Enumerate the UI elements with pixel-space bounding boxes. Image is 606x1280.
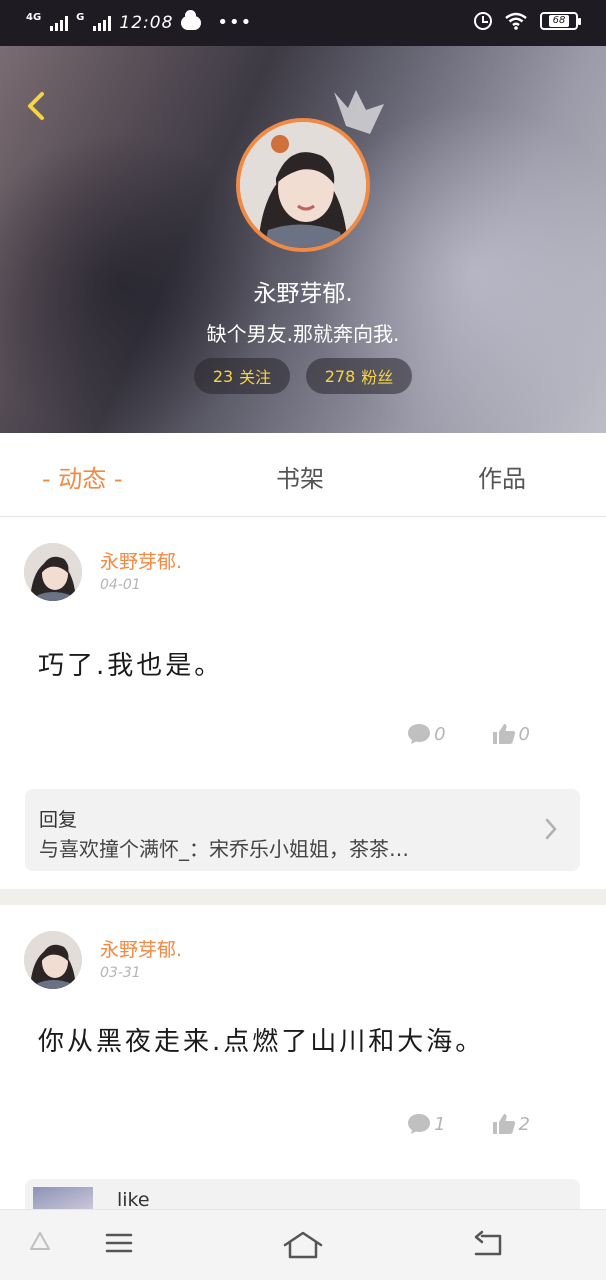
system-nav-bar bbox=[0, 1209, 606, 1280]
post-avatar[interactable] bbox=[24, 931, 82, 989]
wifi-icon bbox=[505, 12, 527, 30]
like-count: 2 bbox=[518, 1113, 530, 1135]
avatar-photo bbox=[236, 118, 370, 252]
profile-tabs: - 动态 - 书架 作品 bbox=[0, 433, 606, 517]
post-date: 03-31 bbox=[100, 965, 141, 981]
comment-icon bbox=[408, 724, 431, 744]
like-button[interactable]: 2 bbox=[492, 1113, 530, 1135]
network-type-2: G bbox=[76, 12, 85, 23]
post-avatar[interactable] bbox=[24, 543, 82, 601]
following-label: 关注 bbox=[239, 368, 272, 387]
signal-icon bbox=[50, 15, 69, 31]
network-type-1: 4G bbox=[26, 12, 42, 23]
comment-count: 1 bbox=[434, 1113, 446, 1135]
avatar-portrait bbox=[240, 122, 366, 248]
post-text: 巧了.我也是。 bbox=[38, 651, 224, 681]
post-avatar-portrait bbox=[24, 931, 82, 989]
clock: 12:08 bbox=[119, 12, 174, 33]
post-divider bbox=[0, 889, 606, 905]
chevron-right-icon bbox=[545, 818, 557, 840]
comment-icon bbox=[408, 1114, 431, 1134]
post-actions: 1 2 bbox=[407, 1113, 530, 1135]
reply-peek-text: like bbox=[117, 1189, 150, 1211]
home-icon[interactable] bbox=[282, 1230, 324, 1260]
post-avatar-portrait bbox=[24, 543, 82, 601]
alarm-icon bbox=[474, 12, 492, 30]
signal-icon-2 bbox=[93, 15, 112, 31]
profile-name: 永野芽郁. bbox=[253, 281, 353, 307]
post-text: 你从黑夜走来.点燃了山川和大海。 bbox=[38, 1027, 485, 1057]
post-actions: 0 0 bbox=[407, 723, 530, 745]
following-pill[interactable]: 23 关注 bbox=[194, 358, 290, 394]
tab-works[interactable]: 作品 bbox=[478, 459, 526, 494]
comment-count: 0 bbox=[434, 723, 446, 745]
back-chevron-icon[interactable] bbox=[18, 86, 58, 126]
post-item[interactable]: 永野芽郁. 03-31 你从黑夜走来.点燃了山川和大海。 1 2 like bbox=[0, 905, 606, 1239]
reply-box[interactable]: 回复 与喜欢撞个满怀_：宋乔乐小姐姐，茶茶… bbox=[25, 789, 580, 871]
battery-level: 68 bbox=[548, 15, 570, 27]
post-author[interactable]: 永野芽郁. bbox=[100, 935, 182, 962]
post-author[interactable]: 永野芽郁. bbox=[100, 547, 182, 574]
more-dots-icon: ••• bbox=[217, 12, 253, 33]
watermark-logo bbox=[30, 1232, 50, 1250]
battery-icon: 68 bbox=[540, 12, 581, 30]
watermark-icon bbox=[30, 1232, 50, 1250]
profile-header: 永野芽郁. 缺个男友.那就奔向我. 23 关注 278 粉丝 bbox=[0, 46, 606, 433]
like-count: 0 bbox=[518, 723, 530, 745]
profile-avatar[interactable] bbox=[236, 118, 370, 252]
profile-bio: 缺个男友.那就奔向我. bbox=[206, 322, 400, 346]
reply-text: 与喜欢撞个满怀_：宋乔乐小姐姐，茶茶… bbox=[39, 837, 409, 861]
status-left: 4G G 12:08 ••• bbox=[26, 9, 253, 33]
tab-dynamics[interactable]: - 动态 - bbox=[42, 459, 123, 494]
post-item[interactable]: 永野芽郁. 04-01 巧了.我也是。 0 0 回复 与喜欢撞个满怀_：宋乔乐小… bbox=[0, 517, 606, 889]
back-nav-icon[interactable] bbox=[472, 1230, 504, 1258]
post-date: 04-01 bbox=[100, 577, 141, 593]
like-button[interactable]: 0 bbox=[492, 723, 530, 745]
reply-label: 回复 bbox=[39, 809, 78, 831]
comment-button[interactable]: 1 bbox=[407, 1113, 446, 1135]
status-bar: 4G G 12:08 ••• 68 bbox=[0, 0, 606, 46]
status-right: 68 bbox=[474, 12, 581, 30]
fans-count: 278 bbox=[324, 366, 356, 386]
comment-button[interactable]: 0 bbox=[407, 723, 446, 745]
thumbs-up-icon bbox=[492, 1114, 515, 1134]
tab-bookshelf[interactable]: 书架 bbox=[276, 459, 324, 494]
thumbs-up-icon bbox=[492, 724, 515, 744]
fans-pill[interactable]: 278 粉丝 bbox=[306, 358, 412, 394]
cloud-icon bbox=[181, 9, 202, 30]
following-count: 23 bbox=[212, 366, 234, 386]
menu-icon[interactable] bbox=[104, 1230, 134, 1256]
fans-label: 粉丝 bbox=[361, 368, 394, 387]
